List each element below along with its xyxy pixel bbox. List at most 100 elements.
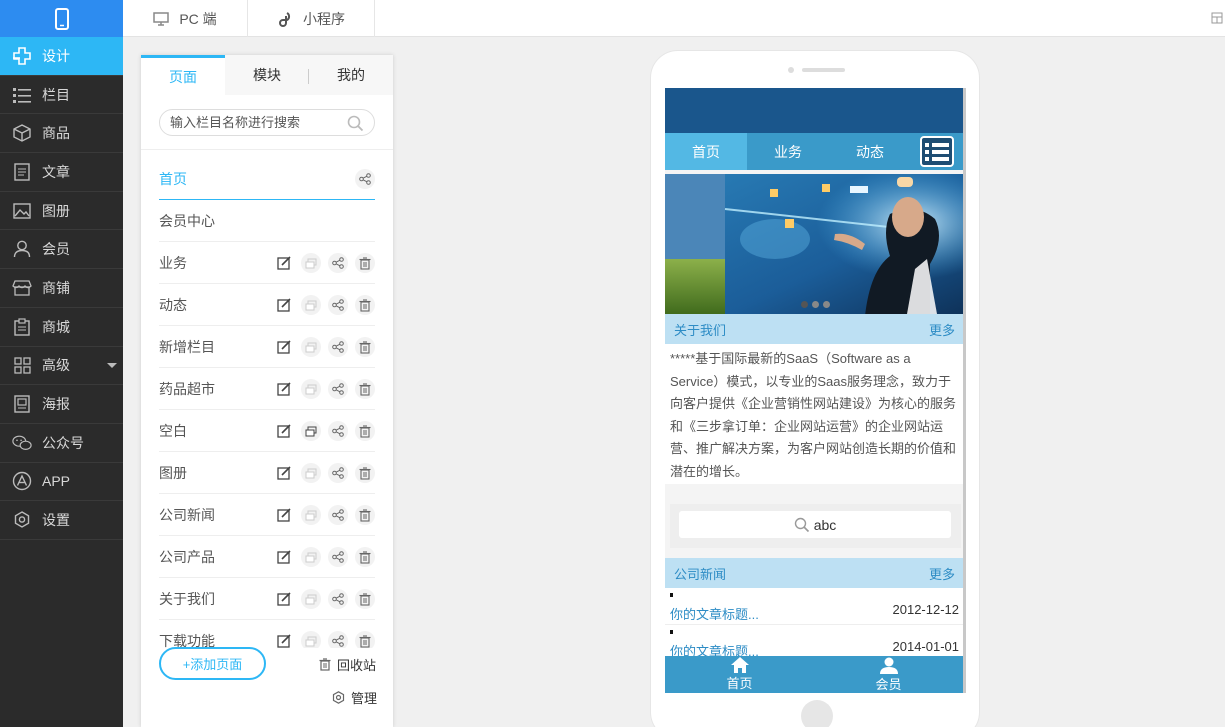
edit-icon[interactable]	[274, 631, 294, 648]
site-search-input[interactable]: abc	[679, 511, 951, 538]
page-row-label[interactable]: 下载功能	[159, 631, 215, 649]
page-row[interactable]: 公司产品	[159, 536, 375, 578]
news-item-title[interactable]: 你的文章标题...	[670, 604, 759, 623]
page-row[interactable]: 会员中心	[159, 200, 375, 242]
news-title[interactable]: 公司新闻	[674, 564, 726, 583]
sidebar-item-9[interactable]: 海报	[0, 385, 123, 424]
copy-icon[interactable]	[301, 463, 321, 483]
tab-pc[interactable]: PC 端	[123, 0, 248, 37]
copy-icon[interactable]	[301, 631, 321, 648]
bottom-nav-home[interactable]: 首页	[665, 656, 814, 693]
edit-icon[interactable]	[274, 505, 294, 525]
page-row[interactable]: 空白	[159, 410, 375, 452]
hero-carousel[interactable]	[665, 174, 966, 315]
sidebar-item-7[interactable]: 商城	[0, 308, 123, 347]
sidebar-item-2[interactable]: 商品	[0, 114, 123, 154]
add-page-button[interactable]: +添加页面	[159, 647, 266, 680]
share-icon[interactable]	[328, 631, 348, 648]
page-row-label[interactable]: 动态	[159, 295, 187, 315]
about-title[interactable]: 关于我们	[674, 320, 726, 339]
sidebar-item-8[interactable]: 高级	[0, 347, 123, 386]
share-icon[interactable]	[328, 589, 348, 609]
sidebar-item-1[interactable]: 栏目	[0, 76, 123, 115]
page-row[interactable]: 关于我们	[159, 578, 375, 620]
edit-icon[interactable]	[274, 589, 294, 609]
copy-icon[interactable]	[301, 295, 321, 315]
tab-modules[interactable]: 模块	[225, 55, 309, 95]
tab-mini-program[interactable]: 小程序	[248, 0, 375, 37]
edit-icon[interactable]	[274, 547, 294, 567]
manage-button[interactable]: 管理	[332, 688, 377, 707]
about-more-link[interactable]: 更多	[929, 320, 955, 339]
copy-icon[interactable]	[301, 253, 321, 273]
news-more-link[interactable]: 更多	[929, 564, 955, 583]
copy-icon[interactable]	[301, 379, 321, 399]
sidebar-item-10[interactable]: 公众号	[0, 424, 123, 463]
page-search-input[interactable]	[170, 115, 350, 130]
page-row-label[interactable]: 公司产品	[159, 547, 215, 567]
trash-icon[interactable]	[355, 379, 375, 399]
carousel-dot[interactable]	[812, 301, 819, 308]
copy-icon[interactable]	[301, 589, 321, 609]
copy-icon[interactable]	[301, 547, 321, 567]
trash-icon[interactable]	[355, 589, 375, 609]
share-icon[interactable]	[328, 379, 348, 399]
page-row[interactable]: 下载功能	[159, 620, 375, 648]
share-icon[interactable]	[328, 547, 348, 567]
edit-icon[interactable]	[274, 253, 294, 273]
copy-icon[interactable]	[301, 421, 321, 441]
copy-icon[interactable]	[301, 337, 321, 357]
edit-icon[interactable]	[274, 379, 294, 399]
sidebar-item-6[interactable]: 商铺	[0, 269, 123, 308]
page-row-label[interactable]: 首页	[159, 169, 187, 189]
tab-mine[interactable]: 我的	[309, 55, 393, 95]
sidebar-item-0[interactable]: 设计	[0, 37, 123, 76]
bottom-nav-member[interactable]: 会员	[814, 656, 963, 693]
page-row-label[interactable]: 药品超市	[159, 379, 215, 399]
page-row[interactable]: 首页	[159, 158, 375, 200]
edit-icon[interactable]	[274, 421, 294, 441]
page-row-label[interactable]: 新增栏目	[159, 337, 215, 357]
site-nav-news[interactable]: 动态	[829, 133, 911, 170]
sidebar-item-12[interactable]: 设置	[0, 501, 123, 540]
edit-icon[interactable]	[274, 337, 294, 357]
sidebar-item-4[interactable]: 图册	[0, 192, 123, 231]
mobile-mode-logo[interactable]	[0, 0, 123, 37]
page-row-label[interactable]: 关于我们	[159, 589, 215, 609]
trash-icon[interactable]	[355, 463, 375, 483]
site-header-banner[interactable]	[665, 88, 966, 133]
page-row[interactable]: 药品超市	[159, 368, 375, 410]
sidebar-item-5[interactable]: 会员	[0, 230, 123, 270]
site-nav-home[interactable]: 首页	[665, 133, 747, 170]
search-icon[interactable]	[347, 115, 364, 132]
edit-icon[interactable]	[274, 463, 294, 483]
edit-icon[interactable]	[274, 295, 294, 315]
page-row[interactable]: 公司新闻	[159, 494, 375, 536]
page-row-label[interactable]: 公司新闻	[159, 505, 215, 525]
page-row[interactable]: 动态	[159, 284, 375, 326]
share-icon[interactable]	[328, 337, 348, 357]
share-icon[interactable]	[328, 463, 348, 483]
page-row[interactable]: 图册	[159, 452, 375, 494]
trash-icon[interactable]	[355, 505, 375, 525]
trash-icon[interactable]	[355, 337, 375, 357]
page-row[interactable]: 业务	[159, 242, 375, 284]
share-icon[interactable]	[355, 169, 375, 189]
site-nav-business[interactable]: 业务	[747, 133, 829, 170]
share-icon[interactable]	[328, 505, 348, 525]
trash-icon[interactable]	[355, 631, 375, 648]
phone-scrollbar[interactable]	[963, 88, 966, 693]
page-row-label[interactable]: 图册	[159, 463, 187, 483]
page-row-label[interactable]: 会员中心	[159, 211, 215, 231]
page-row-label[interactable]: 业务	[159, 253, 187, 273]
share-icon[interactable]	[328, 295, 348, 315]
page-row[interactable]: 新增栏目	[159, 326, 375, 368]
trash-icon[interactable]	[355, 295, 375, 315]
trash-icon[interactable]	[355, 421, 375, 441]
page-row-label[interactable]: 空白	[159, 421, 187, 441]
carousel-dot[interactable]	[823, 301, 830, 308]
sidebar-item-3[interactable]: 文章	[0, 153, 123, 192]
tab-pages[interactable]: 页面	[141, 55, 225, 95]
news-item[interactable]: 你的文章标题... 2012-12-12	[665, 588, 963, 625]
share-icon[interactable]	[328, 421, 348, 441]
